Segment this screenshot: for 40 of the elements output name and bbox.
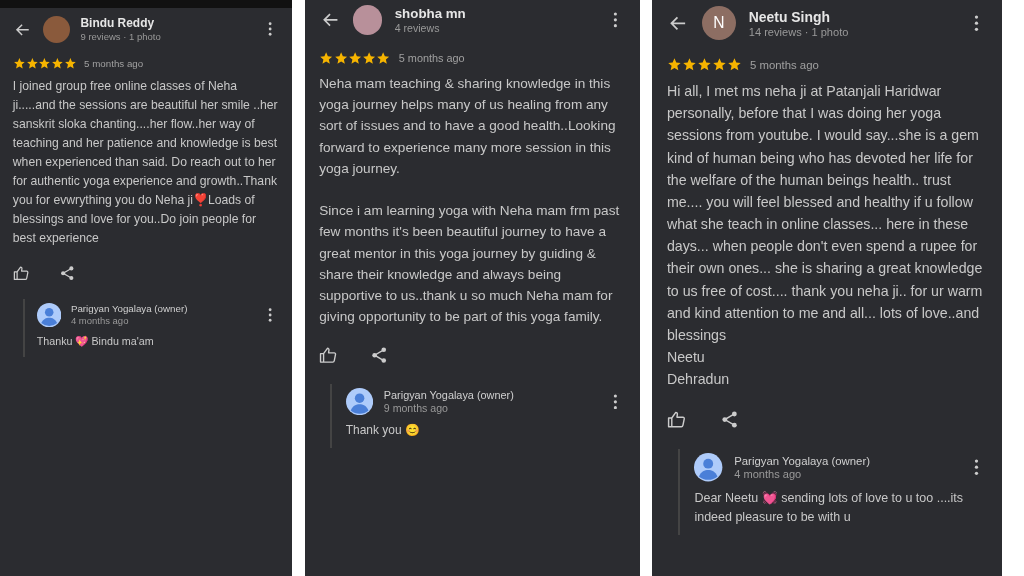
avatar-photo-placeholder [352,5,383,35]
owner-name: Parigyan Yogalaya (owner) [734,455,871,468]
owner-reply-text: Thank you 😊 [345,422,421,440]
more-options-icon[interactable] [267,22,272,37]
more-options-icon[interactable] [973,459,979,476]
more-options-icon[interactable] [612,393,618,410]
reply-time: 9 months ago [383,402,449,414]
share-icon[interactable] [58,265,75,282]
owner-reply-text: Thanku 💖 Bindu ma'am [36,334,155,350]
owner-avatar-icon [694,453,723,482]
more-options-icon[interactable] [267,307,272,322]
review-time: 5 months ago [398,52,465,65]
reviewer-name[interactable]: Bindu Reddy [80,16,257,31]
avatar-initial: N [701,6,736,41]
review-text: Neha mam teaching & sharing knowledge in this yoga journey helps many of us healing from any sort of issues and to have a good health..Looking forward to experience many more session in this yoga journey. [319,74,617,178]
reviewer-name[interactable]: shobha mn [394,5,601,21]
owner-avatar-icon [36,302,62,327]
review-text: Since i am learning yoga with Neha mam frm past few months it's been beautiful journey to have a great mentor in this yoga journey by guiding & share their knowledge and always being supportive to us..thank u so much Neha mam for giving opportunity to be part of this yoga family. [319,202,621,327]
reviewer-stats: 9 reviews · 1 photo [80,31,162,43]
review-time: 5 months ago [84,58,144,70]
avatar-photo-placeholder [42,16,70,43]
review-text: I joined group free online classes of Neha ji.....and the sessions are beautiful her smile ..her sanskrit sloka chanting....her flow..her way of teaching and her patience and knowledge is best when experienced than said. Do reach out to her for authentic yoga experience and growth..Thank you for evwrything you do Neha ji❣Loads of blessings and love for you..Do join people for best experience [12,77,279,248]
thumbs-up-icon[interactable] [666,410,687,430]
owner-name: Parigyan Yogalaya (owner) [383,389,515,401]
review-text: Hi all, I met ms neha ji at Patanjali Haridwar personally, before that I was doing her yoga sessions from youtube. I would say...she is a gem kind of human being who has devoted her life for the welfare of the human beings health.. trust me.... you will feel blessed and healthy if u follow what she teach in online classes... here in these days... when people don't even spend a rupee for their own ones... she is sharing a great knowledge to us free of cost.... thank you neha ji.. for ur warm and kind attention to me and all... lots of love..and blessings Neetu Dehradun [666,82,984,390]
review-time: 5 months ago [749,58,819,71]
reviewer-stats: 4 reviews [394,21,441,34]
reply-time: 4 months ago [70,315,130,327]
share-icon[interactable] [720,410,740,430]
more-options-icon[interactable] [973,15,979,32]
more-options-icon[interactable] [612,12,618,28]
reviewer-name[interactable]: Neetu Singh [748,8,961,25]
owner-reply-text: Dear Neetu 💓 sending lots of love to u too ....its indeed pleasure to be with u [694,490,965,527]
reply-time: 4 months ago [734,468,803,481]
reviewer-stats: 14 reviews · 1 photo [748,25,850,38]
share-icon[interactable] [370,346,389,365]
thumbs-up-icon[interactable] [12,265,30,282]
owner-name: Parigyan Yogalaya (owner) [70,303,189,315]
owner-avatar-icon [345,387,373,416]
thumbs-up-icon[interactable] [319,346,338,365]
